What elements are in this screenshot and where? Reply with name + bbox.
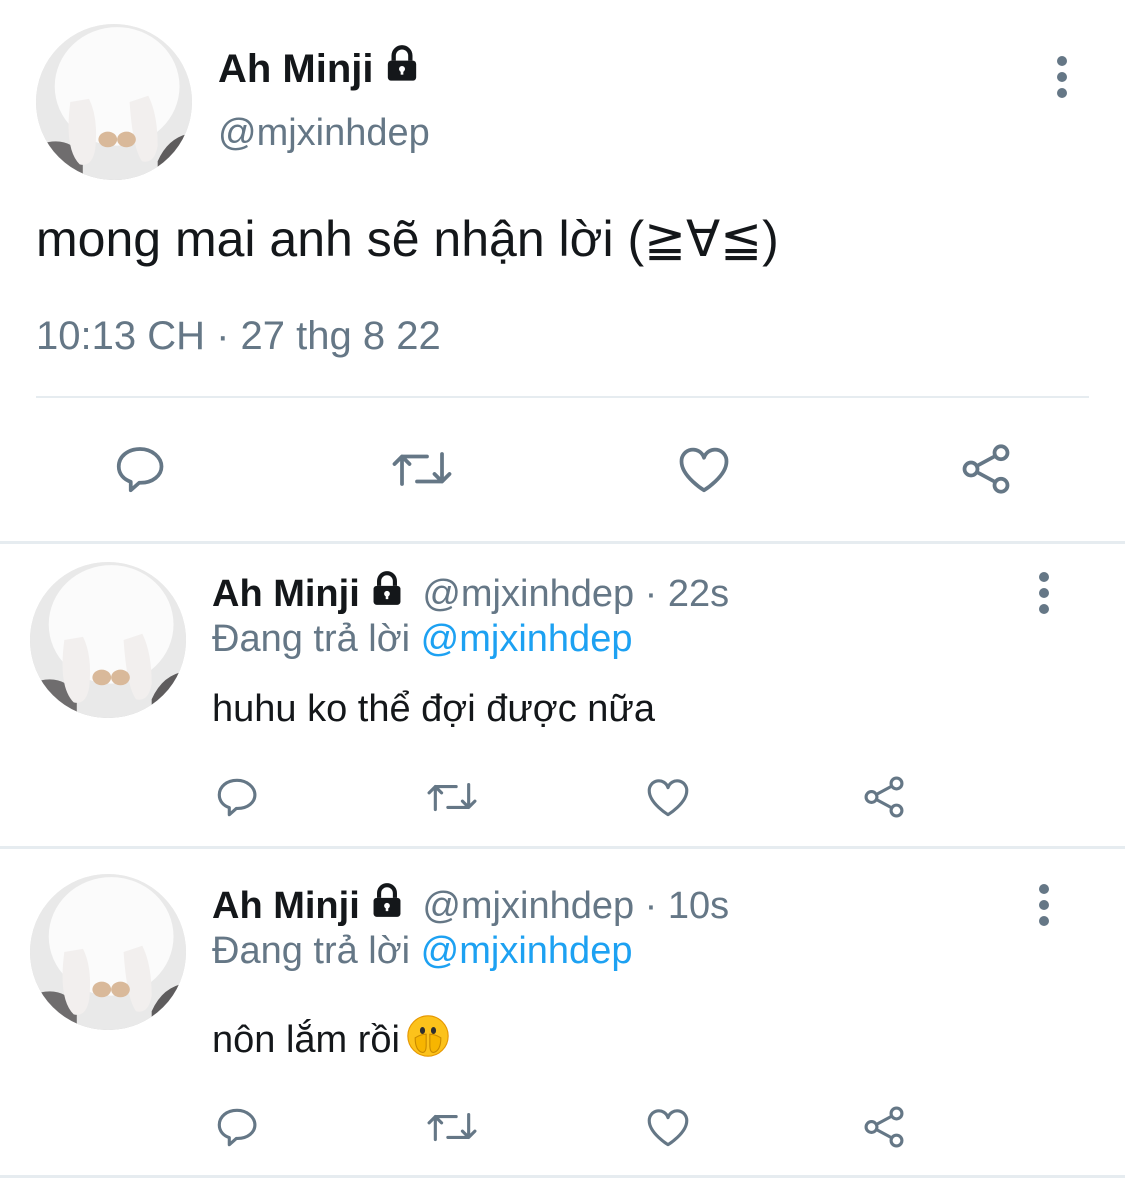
share-icon bbox=[864, 776, 904, 818]
reply-handle-time[interactable]: @mjxinhdep · 10s bbox=[422, 885, 729, 927]
tweet-text: mong mai anh sẽ nhận lời (≧∀≦) bbox=[36, 211, 779, 267]
share-button[interactable] bbox=[856, 1100, 912, 1154]
reply-icon bbox=[217, 778, 257, 817]
share-icon bbox=[864, 1106, 904, 1148]
like-button[interactable] bbox=[668, 436, 740, 502]
reply-button[interactable] bbox=[210, 1100, 264, 1154]
like-icon bbox=[647, 779, 689, 817]
avatar[interactable] bbox=[36, 24, 192, 180]
author-handle[interactable]: @mjxinhdep bbox=[218, 112, 430, 155]
more-icon[interactable] bbox=[1034, 880, 1054, 930]
more-icon[interactable] bbox=[1052, 52, 1072, 102]
like-button[interactable] bbox=[640, 770, 696, 824]
retweet-button[interactable] bbox=[384, 436, 460, 502]
avatar[interactable] bbox=[30, 562, 186, 718]
divider bbox=[0, 1175, 1125, 1178]
bunny-avatar-image bbox=[30, 562, 186, 718]
replying-to: Đang trả lời @mjxinhdep bbox=[212, 930, 633, 972]
share-icon bbox=[962, 444, 1010, 494]
face-with-hand-over-mouth-emoji-icon bbox=[407, 1015, 449, 1057]
mention-link[interactable]: @mjxinhdep bbox=[421, 930, 633, 972]
divider bbox=[36, 396, 1089, 398]
like-icon bbox=[647, 1109, 689, 1147]
retweet-icon bbox=[427, 1112, 477, 1142]
reply-icon bbox=[116, 447, 164, 493]
bunny-avatar-image bbox=[30, 874, 186, 1030]
bunny-avatar-image bbox=[36, 24, 192, 180]
retweet-icon bbox=[392, 452, 452, 486]
avatar[interactable] bbox=[30, 874, 186, 1030]
reply-button[interactable] bbox=[104, 436, 176, 502]
share-button[interactable] bbox=[856, 770, 912, 824]
reply-text: nôn lắm rồi bbox=[212, 1014, 450, 1062]
author-name[interactable]: Ah Minji bbox=[212, 573, 360, 615]
reply-header: Ah Minji @mjxinhdep · 10s bbox=[212, 882, 729, 928]
lock-icon bbox=[373, 883, 401, 917]
reply-handle-time[interactable]: @mjxinhdep · 22s bbox=[422, 573, 729, 615]
lock-icon bbox=[373, 571, 401, 605]
divider bbox=[0, 846, 1125, 849]
mention-link[interactable]: @mjxinhdep bbox=[421, 618, 633, 660]
author-name[interactable]: Ah Minji bbox=[212, 885, 360, 927]
retweet-button[interactable] bbox=[422, 1100, 482, 1154]
tweet-timestamp[interactable]: 10:13 CH · 27 thg 8 22 bbox=[36, 314, 441, 359]
lock-icon bbox=[387, 45, 416, 81]
reply-icon bbox=[217, 1108, 257, 1147]
divider bbox=[0, 541, 1125, 544]
retweet-button[interactable] bbox=[422, 770, 482, 824]
reply-button[interactable] bbox=[210, 770, 264, 824]
retweet-icon bbox=[427, 782, 477, 812]
reply-header: Ah Minji @mjxinhdep · 22s bbox=[212, 570, 729, 616]
like-icon bbox=[679, 447, 729, 493]
replying-to: Đang trả lời @mjxinhdep bbox=[212, 618, 633, 660]
reply-text: huhu ko thể đợi được nữa bbox=[212, 688, 655, 730]
share-button[interactable] bbox=[950, 436, 1022, 502]
like-button[interactable] bbox=[640, 1100, 696, 1154]
more-icon[interactable] bbox=[1034, 568, 1054, 618]
author-name[interactable]: Ah Minji bbox=[218, 44, 422, 92]
